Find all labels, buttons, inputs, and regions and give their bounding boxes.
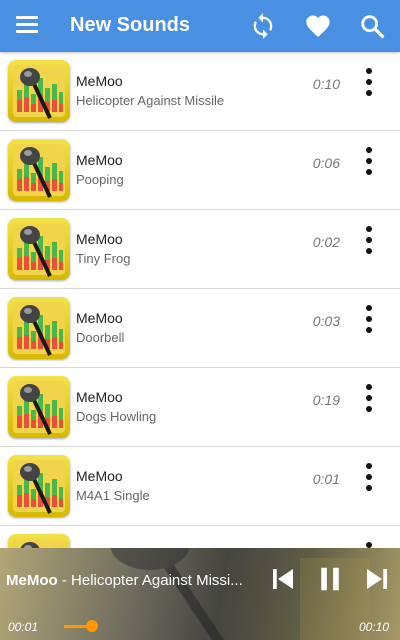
sound-title: Tiny Frog	[76, 251, 131, 266]
microphone-thumbnail-icon	[8, 455, 70, 517]
list-item[interactable]: MeMoo M4A1 Single 0:01	[0, 447, 400, 526]
sound-artist: MeMoo	[76, 468, 123, 484]
sound-duration: 0:19	[312, 392, 340, 408]
microphone-thumbnail-icon	[8, 297, 70, 359]
sound-title: Helicopter Against Missile	[76, 93, 225, 108]
more-options-icon[interactable]	[364, 226, 374, 262]
sound-duration: 0:10	[312, 76, 340, 92]
skip-next-icon[interactable]	[362, 564, 392, 594]
now-playing-label: MeMoo - Helicopter Against Missi...	[6, 572, 258, 589]
microphone-thumbnail-icon	[8, 60, 70, 122]
heart-icon[interactable]	[304, 12, 332, 40]
list-item[interactable]: MeMoo	[0, 526, 400, 548]
microphone-thumbnail-icon	[8, 218, 70, 280]
sound-artist: MeMoo	[76, 152, 123, 168]
list-item[interactable]: MeMoo Doorbell 0:03	[0, 289, 400, 368]
sound-artist: MeMoo	[76, 389, 123, 405]
microphone-thumbnail-icon	[8, 139, 70, 201]
page-title: New Sounds	[70, 14, 191, 36]
total-time: 00:10	[359, 620, 390, 634]
list-item[interactable]: MeMoo Helicopter Against Missile 0:10	[0, 52, 400, 131]
sound-artist: MeMoo	[76, 310, 123, 326]
search-icon[interactable]	[358, 12, 386, 40]
sound-list: MeMoo Helicopter Against Missile 0:10 Me…	[0, 52, 400, 548]
sound-title: M4A1 Single	[76, 488, 150, 503]
sound-duration: 0:02	[312, 234, 340, 250]
more-options-icon[interactable]	[364, 463, 374, 499]
sound-title: Doorbell	[76, 330, 125, 345]
elapsed-time: 00:01	[8, 620, 39, 634]
refresh-icon[interactable]	[249, 12, 277, 40]
more-options-icon[interactable]	[364, 305, 374, 341]
sound-duration: 0:03	[312, 313, 340, 329]
microphone-thumbnail-icon	[8, 534, 70, 548]
list-item[interactable]: MeMoo Dogs Howling 0:19	[0, 368, 400, 447]
sound-title: Dogs Howling	[76, 409, 157, 424]
now-playing-title: Helicopter Against Missi...	[71, 572, 243, 589]
now-playing-bar[interactable]: MeMoo - Helicopter Against Missi... 00:0…	[0, 548, 400, 640]
pause-icon[interactable]	[315, 564, 345, 594]
sound-duration: 0:06	[312, 155, 340, 171]
app-bar: New Sounds	[0, 0, 400, 52]
sound-title: Pooping	[76, 172, 124, 187]
sound-duration: 0:01	[312, 471, 340, 487]
more-options-icon[interactable]	[364, 68, 374, 104]
now-playing-separator: -	[57, 572, 72, 589]
microphone-thumbnail-icon	[8, 376, 70, 438]
now-playing-artist: MeMoo	[6, 572, 58, 589]
more-options-icon[interactable]	[364, 384, 374, 420]
sound-artist: MeMoo	[76, 231, 123, 247]
list-item[interactable]: MeMoo Tiny Frog 0:02	[0, 210, 400, 289]
skip-previous-icon[interactable]	[268, 564, 298, 594]
sound-artist: MeMoo	[76, 73, 123, 89]
menu-icon[interactable]	[16, 16, 38, 36]
list-item[interactable]: MeMoo Pooping 0:06	[0, 131, 400, 210]
seek-handle[interactable]	[86, 620, 98, 632]
more-options-icon[interactable]	[364, 147, 374, 183]
